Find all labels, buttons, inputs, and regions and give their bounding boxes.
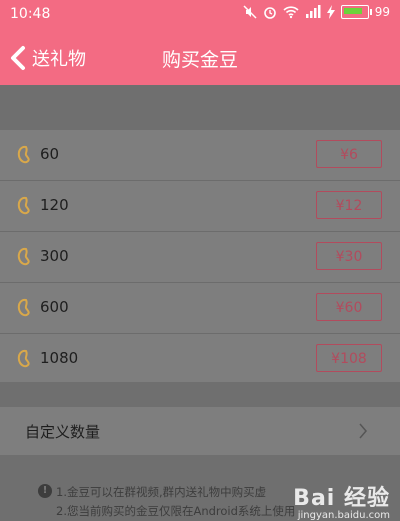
status-icons: 99 [243,5,390,19]
package-row-1080: 1080 ¥108 [0,334,400,385]
wifi-icon [283,6,299,19]
battery-icon [340,5,372,19]
note-line-1: 1.金豆可以在群视频,群内送礼物中购买虚 [56,485,267,499]
status-time: 10:48 [10,6,51,22]
watermark-url: jingyan.baidu.com [297,510,390,521]
price-button-6[interactable]: ¥6 [316,140,382,168]
price-button-30[interactable]: ¥30 [316,242,382,270]
watermark-brand: Bai 经验 [293,486,390,511]
mute-icon [243,5,257,19]
gold-bean-icon [17,145,30,164]
nav-bar: 送礼物 购买金豆 [0,30,400,85]
battery-level: 99 [374,5,390,19]
page-title: 购买金豆 [161,49,238,71]
gold-bean-icon [17,247,30,266]
package-amount: 600 [40,298,69,316]
custom-amount-row[interactable]: 自定义数量 [0,407,400,455]
gold-bean-icon [17,196,30,215]
price-button-60[interactable]: ¥60 [316,293,382,321]
package-row-60: 60 ¥6 [0,130,400,181]
package-amount: 300 [40,247,69,265]
price-button-108[interactable]: ¥108 [316,344,382,372]
price-button-12[interactable]: ¥12 [316,191,382,219]
package-amount: 1080 [40,349,79,367]
status-bar: 10:48 99 [0,0,400,30]
package-row-300: 300 ¥30 [0,232,400,283]
watermark: Bai 经验 jingyan.baidu.com [293,480,390,521]
info-icon: ! [38,484,52,498]
alarm-icon [263,7,276,19]
signal-icon [305,5,321,18]
chevron-right-icon [359,423,367,439]
spacer [0,85,400,130]
package-row-120: 120 ¥12 [0,181,400,232]
package-row-600: 600 ¥60 [0,283,400,334]
package-amount: 60 [40,145,60,163]
note-line-2: 2.您当前购买的金豆仅限在Android系统上使用 [56,504,296,518]
package-amount: 120 [40,196,69,214]
package-list: 60 ¥6 120 ¥12 300 ¥30 600 ¥60 1080 ¥108 [0,130,400,385]
custom-amount-label: 自定义数量 [25,423,101,441]
gold-bean-icon [17,349,30,368]
gold-bean-icon [17,298,30,317]
charging-icon [326,5,335,19]
spacer [0,382,400,407]
